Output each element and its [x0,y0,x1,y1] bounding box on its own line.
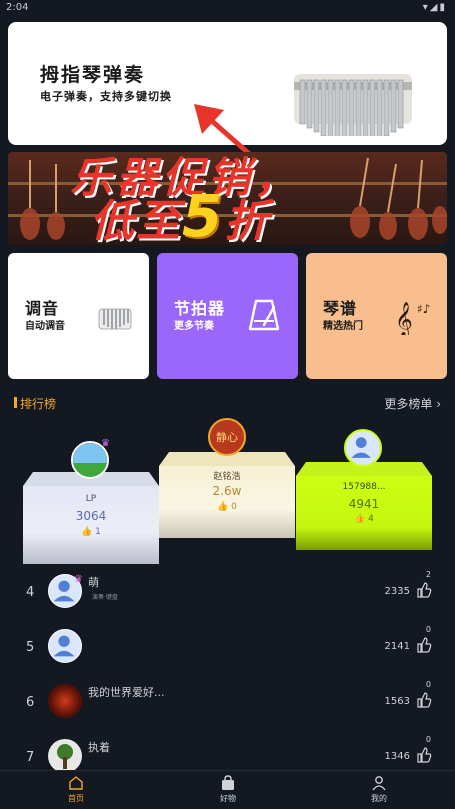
status-bar: 2:04 ▾◢▮ [0,0,455,16]
podium-first-like-count: 0 [231,502,237,512]
podium-third[interactable]: 157988... 4941 👍 4 [296,462,432,550]
thumbs-up-icon[interactable]: 👍 [217,502,228,512]
podium-second-score: 3064 [75,509,107,523]
crown-icon: ♛ [101,438,110,449]
svg-text:♯♪: ♯♪ [417,302,430,316]
podium-first-avatar[interactable]: 静心 [208,418,246,456]
promo-line2-prefix: 低至 [90,196,182,245]
podium-first-score: 2.6w [212,484,242,498]
thumbs-up-icon[interactable] [416,692,432,708]
podium-first-name: 赵铭浩 [213,472,241,482]
metronome-title: 节拍器 [174,299,226,318]
ranking-title: 排行榜 [20,397,57,411]
row-like-count: 0 [425,735,431,744]
row-username: 我的世界爱好... [88,686,165,699]
row-rank: 7 [26,750,35,765]
row-tag: 演奏·键盘 [92,594,118,601]
podium-third-name: 157988... [342,482,386,492]
kalimba-icon [98,308,132,330]
avatar-text: 静心 [216,431,238,444]
bag-icon [222,775,234,790]
podium-third-score: 4941 [348,497,380,511]
tab-profile[interactable]: 我的 [349,775,409,804]
podium-third-likes: 👍 4 [296,514,432,524]
promo-line2: 低至5折 [90,182,270,245]
kalimba-banner[interactable]: 拇指琴弹奏 电子弹奏，支持多键切换 [8,22,447,145]
row-like-count: 0 [425,680,431,689]
tuner-card[interactable]: 调音 自动调音 [8,253,149,379]
tab-home[interactable]: 首页 [46,775,106,804]
row-avatar[interactable] [48,684,82,718]
row-rank: 6 [26,695,35,710]
tab-profile-label: 我的 [371,794,387,803]
tree-avatar-icon [57,744,73,769]
status-time: 2:04 [6,2,29,13]
promo-line2-suffix: 折 [224,196,271,245]
row-username: 执着 [88,741,110,754]
podium-third-avatar[interactable] [344,429,382,467]
row-like-count: 0 [425,625,431,634]
default-avatar-icon [53,635,75,657]
ranking-header: 排行榜 更多榜单 › [14,394,441,412]
home-icon [69,776,83,790]
tuner-title: 调音 [25,299,60,318]
music-note-icon: 𝄞 ♯♪ [395,302,430,335]
podium-second-like-count: 1 [95,527,101,537]
promo-banner[interactable]: 乐器促销， 低至5折 [8,152,447,245]
row-avatar[interactable] [48,739,82,773]
more-rankings-link[interactable]: 更多榜单 › [384,395,441,412]
default-avatar-icon [351,437,372,458]
rank-row-4[interactable]: 4 ♛ 萌 演奏·键盘 2335 2 [0,566,455,618]
row-like-count: 2 [425,570,431,579]
thumbs-up-icon[interactable] [416,637,432,653]
tuner-subtitle: 自动调音 [25,321,65,332]
user-icon [372,776,386,791]
rank-row-5[interactable]: 5 2141 0 [0,621,455,673]
row-username: 萌 [88,576,99,589]
row-avatar[interactable] [48,629,82,663]
thumbs-up-icon[interactable] [416,747,432,763]
podium-first[interactable]: 赵铭浩 2.6w 👍 0 [159,452,295,538]
metronome-subtitle: 更多节奏 [174,321,214,332]
row-score: 2141 [384,641,410,652]
tab-home-label: 首页 [68,794,84,803]
ranking-accent-bar [14,397,17,408]
row-rank: 4 [26,585,35,600]
banner-subtitle: 电子弹奏，支持多键切换 [40,90,172,103]
podium-first-likes: 👍 0 [159,502,295,512]
podium-second[interactable]: LP 3064 👍 1 [23,472,159,564]
row-rank: 5 [26,640,35,655]
thumbs-up-icon[interactable]: 👍 [354,514,365,524]
podium-second-name: LP [85,494,97,504]
sheet-music-card[interactable]: 琴谱 精选热门 𝄞 ♯♪ [306,253,447,379]
row-score: 1346 [384,751,410,762]
rank-row-6[interactable]: 6 我的世界爱好... 1563 0 [0,676,455,728]
crown-icon: ♛ [74,574,83,585]
metronome-card[interactable]: 节拍器 更多节奏 [157,253,298,379]
row-score: 1563 [384,696,410,707]
status-icons: ▾◢▮ [422,2,447,13]
kalimba-image-icon [294,74,412,136]
thumbs-up-icon[interactable] [416,582,432,598]
podium-second-likes: 👍 1 [23,527,159,537]
tab-shop[interactable]: 好物 [198,775,258,804]
promo-line2-number: 5 [182,182,225,245]
sheet-music-subtitle: 精选热门 [323,321,363,332]
row-score: 2335 [384,586,410,597]
podium-third-like-count: 4 [368,514,374,524]
thumbs-up-icon[interactable]: 👍 [81,527,92,537]
svg-text:𝄞: 𝄞 [395,302,413,335]
tab-shop-label: 好物 [220,794,236,803]
metronome-icon [248,299,280,331]
banner-title: 拇指琴弹奏 [40,64,146,86]
sheet-music-title: 琴谱 [323,299,358,318]
bottom-tab-bar: 首页 好物 我的 [0,770,455,809]
